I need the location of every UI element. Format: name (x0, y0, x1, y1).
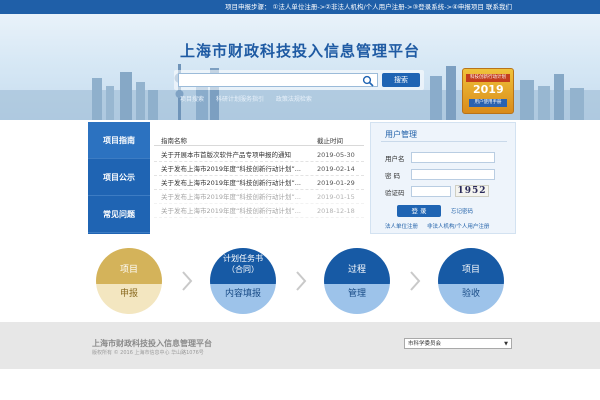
guide-deadline: 2019-01-29 (317, 179, 355, 187)
step-subtitle: 管理 (347, 289, 366, 299)
guide-deadline: 2019-05-30 (317, 151, 355, 159)
step-task-contract[interactable]: 计划任务书 （合同） 内容填报 (210, 248, 276, 314)
footer: 上海市财政科技投入信息管理平台 版权所有 © 2016 上海市信息中心 华山路1… (0, 322, 600, 369)
step-process-management[interactable]: 过程 管理 (324, 248, 390, 314)
side-tabs: 项目指南 项目公示 常见问题 (88, 122, 150, 234)
manual-badge-title: 科技创新行动计划 (466, 74, 510, 82)
guide-row[interactable]: 关于开展本市首版次软件产品专项申报的通知 2019-05-30 (154, 148, 364, 162)
quick-link-project-search[interactable]: 项目搜索 (180, 96, 204, 103)
hero-banner: 上海市财政科技投入信息管理平台 搜索 项目搜索 科研计划服务指引 政策法规检索 … (0, 14, 600, 120)
quick-link-policy-search[interactable]: 政策法规检索 (276, 96, 312, 103)
login-button[interactable]: 登 录 (397, 205, 441, 217)
guide-title[interactable]: 关于发布上海市2019年度“科技创新行动计划”... (161, 162, 309, 176)
password-field[interactable] (411, 169, 495, 180)
step-subtitle: 内容填报 (224, 289, 261, 299)
chevron-right-icon (410, 271, 421, 291)
step-project-application[interactable]: 项目 申报 (96, 248, 162, 314)
manual-badge-label: 用户使用手册 (469, 99, 507, 107)
process-steps: 项目 申报 计划任务书 （合同） 内容填报 过程 管理 项目 验收 (88, 248, 516, 318)
login-panel: 用户管理 用户名 密 码 验证码 1952 登 录 忘记密码 法人单位注册 非法… (370, 122, 516, 234)
step-title: 过程 (347, 265, 366, 275)
footer-title: 上海市财政科技投入信息管理平台 (92, 339, 212, 348)
tab-project-notice[interactable]: 项目公示 (88, 159, 150, 196)
step-title-line1: 计划任务书 (223, 254, 263, 263)
guide-row[interactable]: 关于发布上海市2019年度“科技创新行动计划”... 2019-01-15 (154, 190, 364, 204)
guide-title[interactable]: 关于发布上海市2019年度“科技创新行动计划”... (161, 204, 309, 218)
step-title: 项目 (461, 265, 480, 275)
guide-row[interactable]: 关于发布上海市2019年度“科技创新行动计划”... 2019-02-14 (154, 162, 364, 176)
forgot-password-link[interactable]: 忘记密码 (451, 207, 473, 215)
register-personal-link[interactable]: 非法人机构/个人用户注册 (427, 222, 489, 230)
captcha-image[interactable]: 1952 (455, 185, 489, 197)
quick-link-service-guide[interactable]: 科研计划服务指引 (216, 96, 264, 103)
step-project-acceptance[interactable]: 项目 验收 (438, 248, 504, 314)
step-title: 计划任务书 （合同） (210, 253, 276, 275)
user-manual-badge[interactable]: 科技创新行动计划 2019 用户使用手册 (462, 68, 514, 114)
application-steps-text: 项目申报步骤： ①法人单位注册->②非法人机构/个人用户注册->③登录系统->④… (224, 3, 512, 11)
guide-row[interactable]: 关于发布上海市2019年度“科技创新行动计划”... 2019-01-29 (154, 176, 364, 190)
captcha-label: 验证码 (385, 189, 405, 197)
divider (381, 141, 507, 142)
related-sites-selected: 市科学委员会 (408, 341, 442, 347)
top-bar: 项目申报步骤： ①法人单位注册->②非法人机构/个人用户注册->③登录系统->④… (0, 0, 600, 14)
captcha-field[interactable] (411, 186, 451, 197)
quick-links: 项目搜索 科研计划服务指引 政策法规检索 (180, 94, 322, 103)
guide-title[interactable]: 关于开展本市首版次软件产品专项申报的通知 (161, 148, 309, 162)
search-icon[interactable] (362, 75, 374, 87)
search-input[interactable] (178, 73, 378, 87)
step-subtitle: 申报 (119, 289, 138, 299)
guide-row[interactable]: 关于发布上海市2019年度“科技创新行动计划”... 2018-12-18 (154, 204, 364, 218)
footer-copyright: 版权所有 © 2016 上海市信息中心 华山路1076号 (92, 350, 204, 356)
chevron-right-icon (296, 271, 307, 291)
register-legal-entity-link[interactable]: 法人单位注册 (385, 222, 418, 230)
guide-deadline: 2019-01-15 (317, 193, 355, 201)
username-label: 用户名 (385, 155, 405, 163)
chevron-down-icon: ▼ (504, 341, 508, 347)
column-header-name: 指南名称 (161, 137, 187, 145)
main-content: 项目指南 项目公示 常见问题 指南名称 截止时间 关于开展本市首版次软件产品专项… (88, 122, 516, 234)
guide-deadline: 2019-02-14 (317, 165, 355, 173)
tab-project-guide[interactable]: 项目指南 (88, 122, 150, 159)
login-panel-title: 用户管理 (385, 130, 417, 139)
guide-list-header: 指南名称 截止时间 (154, 134, 364, 146)
username-field[interactable] (411, 152, 495, 163)
step-subtitle: 验收 (461, 289, 480, 299)
password-label: 密 码 (385, 172, 401, 180)
guide-list: 指南名称 截止时间 关于开展本市首版次软件产品专项申报的通知 2019-05-3… (154, 122, 364, 234)
guide-deadline: 2018-12-18 (317, 207, 355, 215)
site-title: 上海市财政科技投入信息管理平台 (179, 42, 420, 60)
chevron-right-icon (182, 271, 193, 291)
search-bar: 搜索 (174, 70, 424, 90)
step-title-line2: （合同） (227, 265, 259, 274)
tab-faq[interactable]: 常见问题 (88, 196, 150, 233)
manual-badge-year: 2019 (473, 83, 504, 96)
column-header-deadline: 截止时间 (317, 137, 343, 145)
guide-title[interactable]: 关于发布上海市2019年度“科技创新行动计划”... (161, 176, 309, 190)
step-title: 项目 (119, 265, 138, 275)
search-button[interactable]: 搜索 (382, 73, 420, 87)
guide-title[interactable]: 关于发布上海市2019年度“科技创新行动计划”... (161, 190, 309, 204)
related-sites-select[interactable]: 市科学委员会 ▼ (404, 338, 512, 349)
